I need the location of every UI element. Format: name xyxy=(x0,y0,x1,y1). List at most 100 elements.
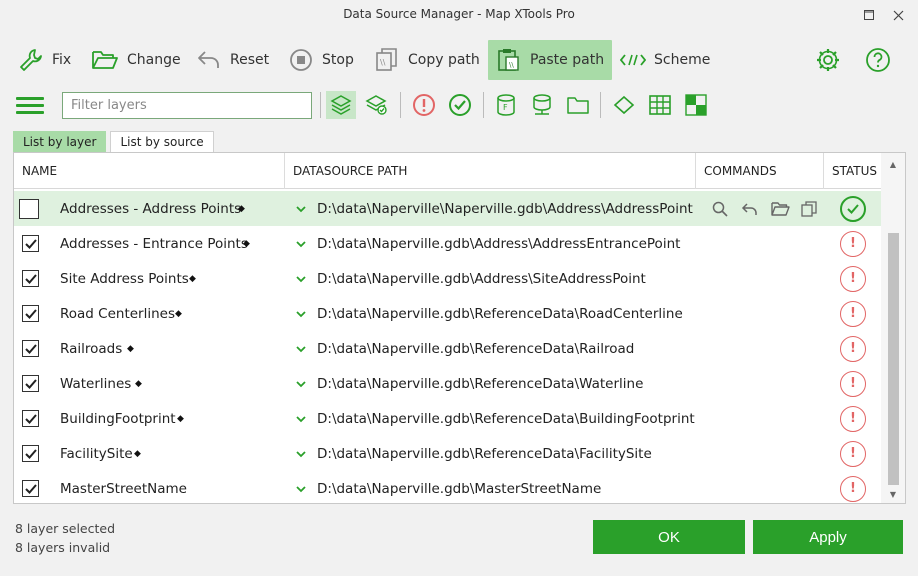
layer-name: MasterStreetName xyxy=(60,480,187,497)
table-row[interactable]: Road Centerlines ◆ D:\data\Naperville.gd… xyxy=(14,296,882,331)
toolbar-separator xyxy=(400,92,401,118)
scheme-label: Scheme xyxy=(654,52,711,68)
layer-name: Site Address Points xyxy=(60,270,189,287)
table-row[interactable]: BuildingFootprint ◆ D:\data\Naperville.g… xyxy=(14,401,882,436)
locate-command[interactable] xyxy=(709,198,731,220)
stop-button[interactable]: Stop xyxy=(280,40,362,80)
hamburger-icon xyxy=(16,97,44,100)
window-title: Data Source Manager - Map XTools Pro xyxy=(343,7,575,21)
scheme-button[interactable]: Scheme xyxy=(612,40,718,80)
filter-database-button[interactable] xyxy=(527,91,557,119)
row-checkbox[interactable] xyxy=(22,235,39,252)
file-database-icon: F xyxy=(497,94,515,116)
reset-button[interactable]: Reset xyxy=(188,40,277,80)
browse-command[interactable] xyxy=(769,198,791,220)
layer-name: Addresses - Entrance Points xyxy=(60,235,248,252)
filter-table-button[interactable] xyxy=(645,91,675,119)
chevron-down-icon[interactable] xyxy=(294,412,308,426)
scrollbar-thumb[interactable] xyxy=(888,233,899,485)
table-row[interactable]: MasterStreetName D:\data\Naperville.gdb\… xyxy=(14,471,882,503)
checkmark-icon xyxy=(24,448,37,459)
chevron-down-icon[interactable] xyxy=(294,482,308,496)
svg-text:\\: \\ xyxy=(380,58,386,67)
feature-type-icon: ◆ xyxy=(127,343,134,354)
checkmark-icon xyxy=(24,343,37,354)
title-bar: Data Source Manager - Map XTools Pro xyxy=(0,0,918,30)
copy-path-button[interactable]: \\ Copy path xyxy=(366,40,488,80)
chevron-down-icon[interactable] xyxy=(294,307,308,321)
row-checkbox[interactable] xyxy=(22,270,39,287)
fix-button[interactable]: Fix xyxy=(10,40,79,80)
chevron-down-icon[interactable] xyxy=(294,377,308,391)
layer-name: Addresses - Address Points xyxy=(60,200,242,217)
show-invalid-button[interactable] xyxy=(409,91,439,119)
row-checkbox[interactable] xyxy=(22,445,39,462)
table-row[interactable]: FacilitySite ◆ D:\data\Naperville.gdb\Re… xyxy=(14,436,882,471)
filter-filegdb-button[interactable]: F xyxy=(491,91,521,119)
apply-button[interactable]: Apply xyxy=(753,520,903,554)
filter-raster-button[interactable] xyxy=(681,91,711,119)
status-error-icon: ! xyxy=(840,405,866,432)
row-checkbox[interactable] xyxy=(22,340,39,357)
status-error-icon: ! xyxy=(840,475,866,502)
paste-path-button[interactable]: \\ Paste path xyxy=(488,40,613,80)
view-tabs: List by layer List by source xyxy=(13,131,218,152)
chevron-down-icon[interactable] xyxy=(294,447,308,461)
search-icon xyxy=(712,201,728,217)
show-valid-button[interactable] xyxy=(445,91,475,119)
change-button[interactable]: Change xyxy=(83,40,189,80)
row-checkbox[interactable] xyxy=(22,305,39,322)
layer-name: Road Centerlines xyxy=(60,305,176,322)
header-status[interactable]: STATUS xyxy=(824,153,882,189)
chevron-down-icon[interactable] xyxy=(294,237,308,251)
tab-list-by-layer[interactable]: List by layer xyxy=(13,131,107,152)
table-row[interactable]: Site Address Points ◆ D:\data\Naperville… xyxy=(14,261,882,296)
wrench-icon xyxy=(20,49,42,71)
scroll-up-icon[interactable]: ▲ xyxy=(888,159,898,169)
settings-button[interactable] xyxy=(812,44,844,76)
table-row[interactable]: Addresses - Address Points ◆ D:\data\Nap… xyxy=(14,191,882,226)
layers-view-button[interactable] xyxy=(326,91,356,119)
reset-command[interactable] xyxy=(739,198,761,220)
copy-icon xyxy=(801,200,817,217)
check-circle-icon xyxy=(449,94,471,116)
vertical-scrollbar[interactable]: ▲ ▼ xyxy=(881,153,905,503)
gear-icon xyxy=(817,49,839,71)
row-checkbox[interactable] xyxy=(22,410,39,427)
chevron-down-icon[interactable] xyxy=(294,342,308,356)
row-checkbox[interactable] xyxy=(19,198,39,219)
table-row[interactable]: Railroads ◆ D:\data\Naperville.gdb\Refer… xyxy=(14,331,882,366)
status-error-icon: ! xyxy=(840,265,866,292)
copy-command[interactable] xyxy=(798,198,820,220)
filter-layers-input[interactable] xyxy=(62,92,312,119)
layers-valid-button[interactable] xyxy=(362,91,392,119)
chevron-down-icon[interactable] xyxy=(294,272,308,286)
help-button[interactable] xyxy=(862,44,894,76)
status-error-icon: ! xyxy=(840,230,866,257)
menu-button[interactable] xyxy=(16,97,44,115)
feature-type-icon: ◆ xyxy=(134,448,141,459)
chevron-down-icon[interactable] xyxy=(294,202,308,216)
tab-list-by-source[interactable]: List by source xyxy=(110,131,214,152)
layers-grid: NAME DATASOURCE PATH COMMANDS STATUS Add… xyxy=(13,152,906,504)
ok-button[interactable]: OK xyxy=(593,520,745,554)
row-checkbox[interactable] xyxy=(22,480,39,497)
maximize-button[interactable] xyxy=(858,4,880,26)
datasource-path: D:\data\Naperville.gdb\MasterStreetName xyxy=(317,480,602,497)
close-button[interactable] xyxy=(887,4,909,26)
table-row[interactable]: Waterlines ◆ D:\data\Naperville.gdb\Refe… xyxy=(14,366,882,401)
feature-type-icon: ◆ xyxy=(189,273,196,284)
table-row[interactable]: Addresses - Entrance Points ◆ D:\data\Na… xyxy=(14,226,882,261)
checkmark-icon xyxy=(24,308,37,319)
header-name[interactable]: NAME xyxy=(14,153,285,189)
scroll-down-icon[interactable]: ▼ xyxy=(888,489,898,499)
filter-shape-button[interactable] xyxy=(609,91,639,119)
filter-folder-button[interactable] xyxy=(563,91,593,119)
svg-text:F: F xyxy=(503,103,508,112)
header-datasource-path[interactable]: DATASOURCE PATH xyxy=(285,153,696,189)
checkmark-icon xyxy=(24,413,37,424)
fix-label: Fix xyxy=(52,52,72,68)
copy-path-label: Copy path xyxy=(408,52,480,68)
close-icon xyxy=(893,10,903,20)
row-checkbox[interactable] xyxy=(22,375,39,392)
